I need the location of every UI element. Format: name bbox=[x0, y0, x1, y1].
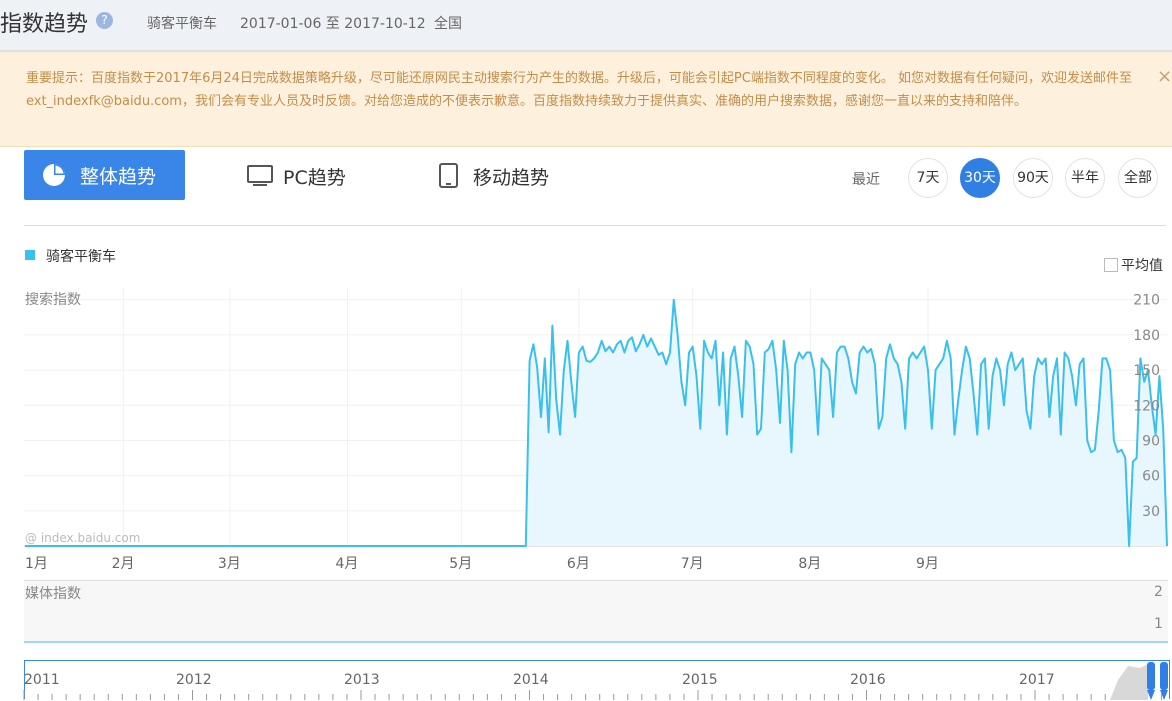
x-tick-label: 6月 bbox=[567, 556, 590, 572]
legend-series-label[interactable]: 骑客平衡车 bbox=[46, 246, 116, 266]
x-tick-label: 4月 bbox=[335, 556, 358, 572]
page-title: 指数趋势 bbox=[0, 12, 89, 37]
x-tick-label: 5月 bbox=[449, 556, 472, 572]
media-index-line bbox=[24, 641, 1168, 643]
timeline-year: 2011 bbox=[24, 672, 60, 688]
media-index-label: 媒体指数 bbox=[25, 586, 81, 602]
y-tick-label: 210 bbox=[1133, 293, 1160, 309]
keyword-label: 骑客平衡车 bbox=[147, 16, 217, 32]
media-tick-high: 2 bbox=[1154, 584, 1163, 600]
tab-pc-label: PC趋势 bbox=[283, 167, 346, 189]
pie-chart-icon bbox=[43, 164, 65, 186]
range-label: 最近 bbox=[852, 172, 880, 188]
timeline-year: 2017 bbox=[1019, 672, 1055, 688]
y-tick-label: 150 bbox=[1133, 363, 1160, 379]
y-tick-label: 180 bbox=[1133, 328, 1160, 344]
timeline-year: 2013 bbox=[344, 672, 380, 688]
region-label[interactable]: 全国 bbox=[434, 13, 462, 33]
top-bar: 指数趋势 ? 骑客平衡车 2017-01-06 至 2017-10-12 全国 bbox=[0, 0, 1172, 51]
timeline-year: 2016 bbox=[850, 672, 886, 688]
y-tick-label: 60 bbox=[1142, 469, 1160, 485]
y-axis-label: 搜索指数 bbox=[25, 292, 81, 308]
x-tick-label: 1月 bbox=[25, 556, 48, 572]
media-tick-low: 1 bbox=[1154, 616, 1163, 632]
tablet-icon bbox=[439, 163, 458, 188]
range-half-year-button[interactable]: 半年 bbox=[1065, 158, 1105, 198]
timeline-year: 2012 bbox=[176, 672, 212, 688]
help-icon[interactable]: ? bbox=[96, 12, 113, 29]
x-tick-label: 7月 bbox=[681, 556, 704, 572]
date-range: 2017-01-06 至 2017-10-12 bbox=[240, 16, 426, 32]
tab-overall-label: 整体趋势 bbox=[80, 166, 157, 188]
series-area bbox=[25, 299, 1167, 546]
divider bbox=[24, 225, 1166, 226]
average-checkbox[interactable] bbox=[1104, 258, 1118, 272]
monitor-icon bbox=[247, 165, 273, 186]
timeline-year: 2014 bbox=[513, 672, 549, 688]
y-tick-label: 90 bbox=[1142, 433, 1160, 449]
range-30d-button[interactable]: 30天 bbox=[960, 158, 1000, 198]
y-tick-label: 120 bbox=[1133, 398, 1160, 414]
range-all-button[interactable]: 全部 bbox=[1118, 158, 1158, 198]
average-label[interactable]: 平均值 bbox=[1121, 255, 1163, 275]
close-icon[interactable]: × bbox=[1157, 66, 1172, 87]
x-tick-label: 9月 bbox=[916, 556, 939, 572]
x-tick-label: 2月 bbox=[112, 556, 135, 572]
x-tick-label: 8月 bbox=[798, 556, 821, 572]
notice-text: 重要提示：百度指数于2017年6月24日完成数据策略升级，尽可能还原网民主动搜索… bbox=[26, 71, 1132, 109]
timeline-handle-left[interactable] bbox=[1147, 662, 1155, 700]
notice-banner: 重要提示：百度指数于2017年6月24日完成数据策略升级，尽可能还原网民主动搜索… bbox=[0, 51, 1172, 147]
y-tick-label: 30 bbox=[1142, 504, 1160, 520]
search-index-chart[interactable]: 210 180 150 120 90 60 30 1月 2月 3月 4月 5月 6月 7月 8月 9月 @ … bbox=[0, 280, 1172, 580]
timeline-year: 2015 bbox=[682, 672, 718, 688]
legend-swatch bbox=[25, 250, 35, 260]
range-7d-button[interactable]: 7天 bbox=[908, 158, 948, 198]
watermark: @ index.baidu.com bbox=[25, 531, 140, 545]
tab-overall-trend[interactable]: 整体趋势 bbox=[24, 150, 185, 200]
tab-mobile-label: 移动趋势 bbox=[473, 167, 550, 189]
media-index-panel bbox=[24, 580, 1168, 644]
range-90d-button[interactable]: 90天 bbox=[1013, 158, 1053, 198]
x-tick-label: 3月 bbox=[218, 556, 241, 572]
timeline-preview bbox=[1110, 664, 1148, 700]
